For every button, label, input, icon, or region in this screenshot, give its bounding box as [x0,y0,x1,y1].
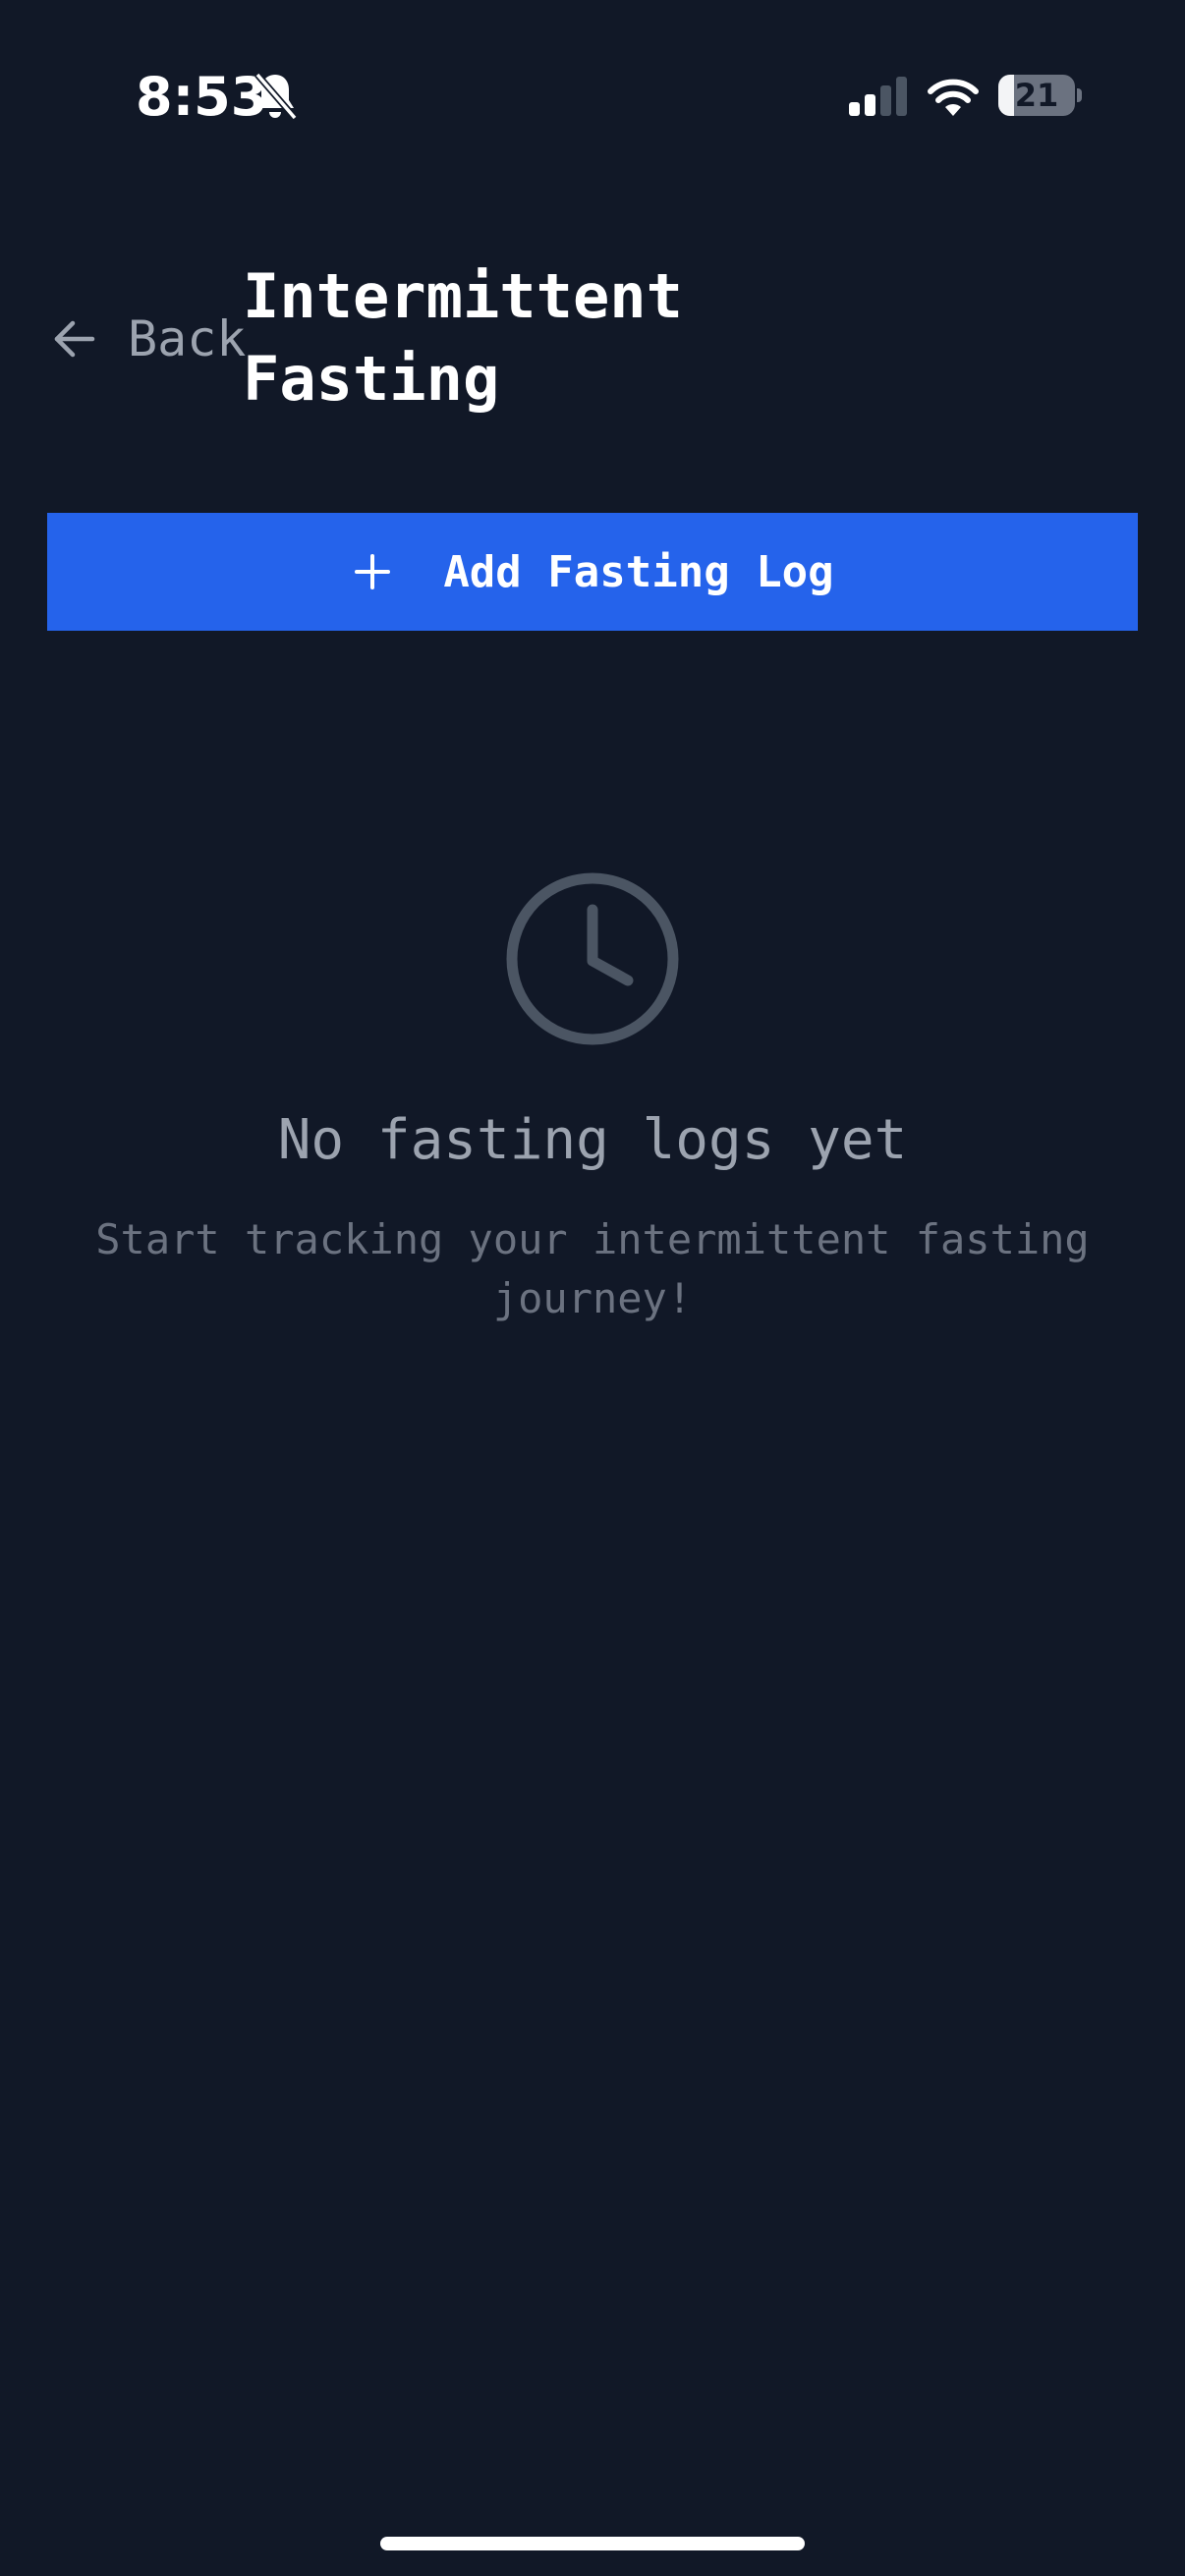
add-fasting-log-button[interactable]: Add Fasting Log [47,513,1138,631]
battery-tip [1077,88,1082,102]
bell-slash-icon [254,72,298,121]
empty-state-subtitle: Start tracking your intermittent fasting… [95,1215,1090,1322]
empty-state-title: No fasting logs yet [277,1108,908,1172]
back-button[interactable]: Back [49,305,246,373]
clock-icon [506,872,679,1045]
header: Back Intermittent Fasting [0,246,1185,422]
wifi-icon [928,79,979,116]
status-bar: 8:53 21 [0,0,1185,196]
battery-level: 21 [1014,77,1059,114]
status-time: 8:53 [136,66,268,128]
home-indicator[interactable] [380,2537,805,2550]
battery-body: 21 [998,75,1075,116]
arrow-left-icon [54,320,95,358]
add-fasting-log-label: Add Fasting Log [443,546,834,597]
empty-state: No fasting logs yet Start tracking your … [0,870,1185,1328]
plus-icon [355,554,391,589]
battery-icon: 21 [998,75,1082,116]
page-title: Intermittent Fasting [243,260,683,415]
cellular-signal-icon [849,77,907,116]
back-label: Back [128,310,247,367]
